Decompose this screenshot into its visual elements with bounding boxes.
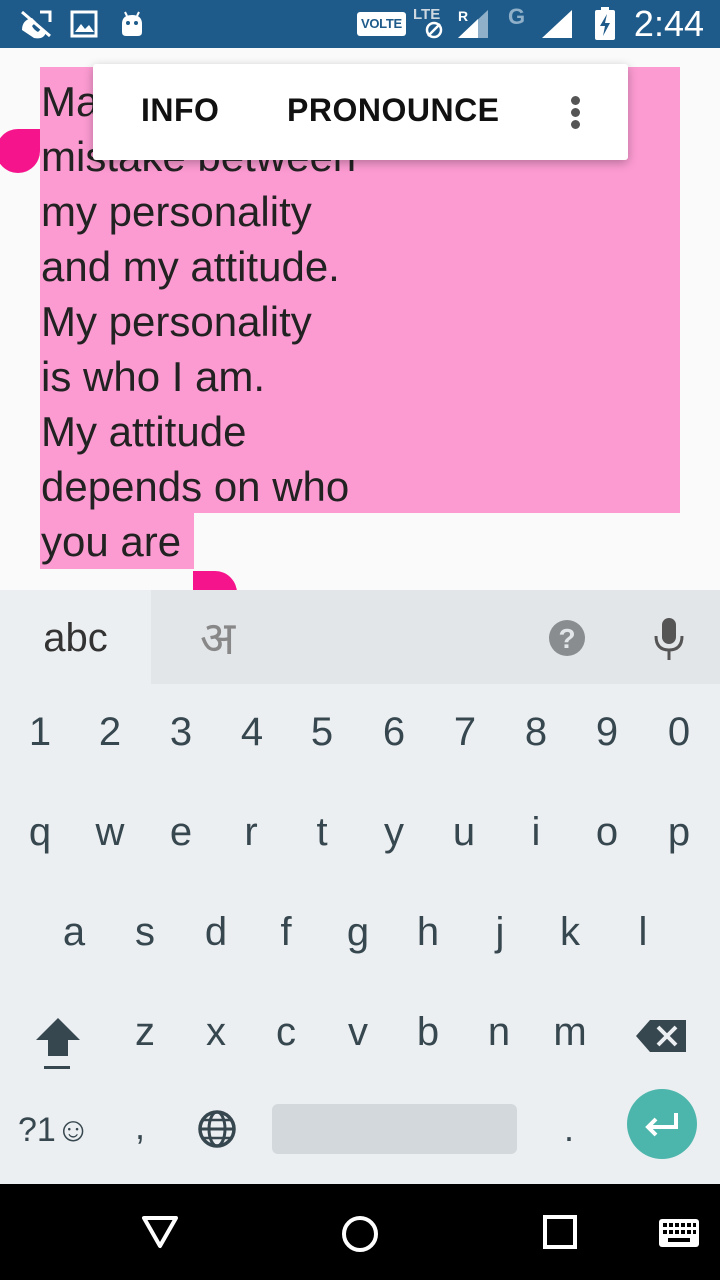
key-u[interactable]: u xyxy=(429,792,499,872)
key-x[interactable]: x xyxy=(181,992,251,1072)
backspace-icon[interactable] xyxy=(634,1016,690,1056)
back-icon[interactable] xyxy=(140,1214,180,1255)
key-8[interactable]: 8 xyxy=(501,692,571,772)
key-h[interactable]: h xyxy=(393,892,463,972)
lte-signal-icon xyxy=(456,8,490,40)
language-abc-tab[interactable]: abc xyxy=(0,590,151,684)
key-q[interactable]: q xyxy=(5,792,75,872)
pronounce-button[interactable]: PRONOUNCE xyxy=(287,92,500,129)
key-r[interactable]: r xyxy=(216,792,286,872)
key-f[interactable]: f xyxy=(251,892,321,972)
key-2[interactable]: 2 xyxy=(75,692,145,772)
home-icon[interactable] xyxy=(340,1214,380,1259)
key-4[interactable]: 4 xyxy=(217,692,287,772)
key-a[interactable]: a xyxy=(39,892,109,972)
key-3[interactable]: 3 xyxy=(146,692,216,772)
no-data-icon xyxy=(424,14,444,46)
key-w[interactable]: w xyxy=(75,792,145,872)
key-9[interactable]: 9 xyxy=(572,692,642,772)
enter-key[interactable] xyxy=(627,1089,697,1159)
key-1[interactable]: 1 xyxy=(5,692,75,772)
key-i[interactable]: i xyxy=(501,792,571,872)
status-bar: VOLTE LTE R G 2:44 xyxy=(0,0,720,48)
key-6[interactable]: 6 xyxy=(359,692,429,772)
missed-call-icon xyxy=(18,8,54,40)
key-n[interactable]: n xyxy=(464,992,534,1072)
key-z[interactable]: z xyxy=(110,992,180,1072)
network-g-label: G xyxy=(508,4,526,29)
language-hindi-tab[interactable]: अ xyxy=(200,606,235,668)
keyboard: abc अ ? 1 2 3 4 5 6 7 8 9 0 q w e r t y … xyxy=(0,590,720,1184)
gallery-icon xyxy=(70,8,98,40)
key-7[interactable]: 7 xyxy=(430,692,500,772)
globe-icon[interactable] xyxy=(196,1108,238,1150)
key-c[interactable]: c xyxy=(251,992,321,1072)
key-t[interactable]: t xyxy=(287,792,357,872)
symbols-key[interactable]: ?1☺ xyxy=(18,1110,91,1150)
keyboard-switch-icon[interactable] xyxy=(658,1218,700,1253)
comma-key[interactable]: , xyxy=(135,1106,145,1148)
key-s[interactable]: s xyxy=(110,892,180,972)
recents-icon[interactable] xyxy=(542,1214,578,1255)
key-l[interactable]: l xyxy=(608,892,678,972)
key-y[interactable]: y xyxy=(359,792,429,872)
period-key[interactable]: . xyxy=(564,1108,574,1150)
enter-icon xyxy=(645,1113,678,1137)
key-k[interactable]: k xyxy=(535,892,605,972)
key-j[interactable]: j xyxy=(465,892,535,972)
help-icon[interactable]: ? xyxy=(549,620,585,656)
key-b[interactable]: b xyxy=(393,992,463,1072)
key-m[interactable]: m xyxy=(535,992,605,1072)
clock: 2:44 xyxy=(633,3,704,44)
key-g[interactable]: g xyxy=(323,892,393,972)
info-button[interactable]: INFO xyxy=(141,92,219,129)
battery-charging-icon xyxy=(594,7,616,40)
key-v[interactable]: v xyxy=(323,992,393,1072)
more-vert-icon[interactable] xyxy=(565,94,587,130)
keyboard-language-bar: abc अ ? xyxy=(0,590,720,684)
space-bar[interactable] xyxy=(272,1104,517,1154)
mic-icon[interactable] xyxy=(651,616,687,662)
signal-icon xyxy=(540,8,574,40)
key-o[interactable]: o xyxy=(572,792,642,872)
text-selection-toolbar: INFO PRONOUNCE xyxy=(93,64,628,160)
key-e[interactable]: e xyxy=(146,792,216,872)
key-5[interactable]: 5 xyxy=(287,692,357,772)
android-icon xyxy=(118,8,146,40)
key-d[interactable]: d xyxy=(181,892,251,972)
shift-icon[interactable] xyxy=(28,1012,88,1072)
navigation-bar xyxy=(0,1184,720,1280)
key-0[interactable]: 0 xyxy=(644,692,714,772)
key-p[interactable]: p xyxy=(644,792,714,872)
volte-badge: VOLTE xyxy=(357,12,406,36)
